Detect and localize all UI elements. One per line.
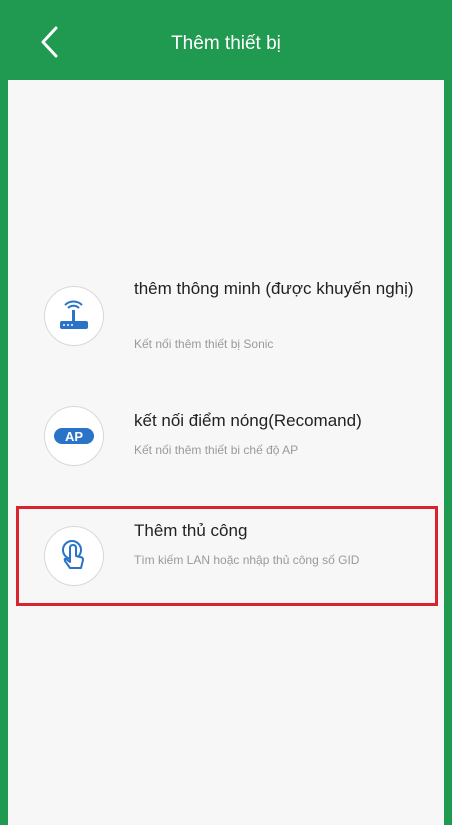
ap-badge-icon: AP [44, 406, 104, 466]
top-bar: Thêm thiết bị [8, 0, 444, 80]
highlight-frame [16, 506, 438, 606]
page-title: Thêm thiết bị [171, 33, 281, 54]
option-hotspot-title: kết nối điểm nóng(Recomand) [134, 411, 362, 430]
app-screen: Thêm thiết bị thêm thông minh (được khuy… [0, 0, 452, 825]
option-smart-add-subtitle: Kết nối thêm thiết bị Sonic [134, 337, 274, 351]
option-smart-add[interactable]: thêm thông minh (được khuyến nghị) Kết n… [8, 270, 444, 360]
ap-badge-text: AP [65, 429, 83, 444]
router-wifi-icon [44, 286, 104, 346]
option-smart-add-title: thêm thông minh (được khuyến nghị) [134, 279, 414, 298]
option-hotspot-subtitle: Kết nối thêm thiết bi chế độ AP [134, 443, 299, 457]
option-hotspot[interactable]: AP kết nối điểm nóng(Recomand) Kết nối t… [8, 400, 444, 480]
